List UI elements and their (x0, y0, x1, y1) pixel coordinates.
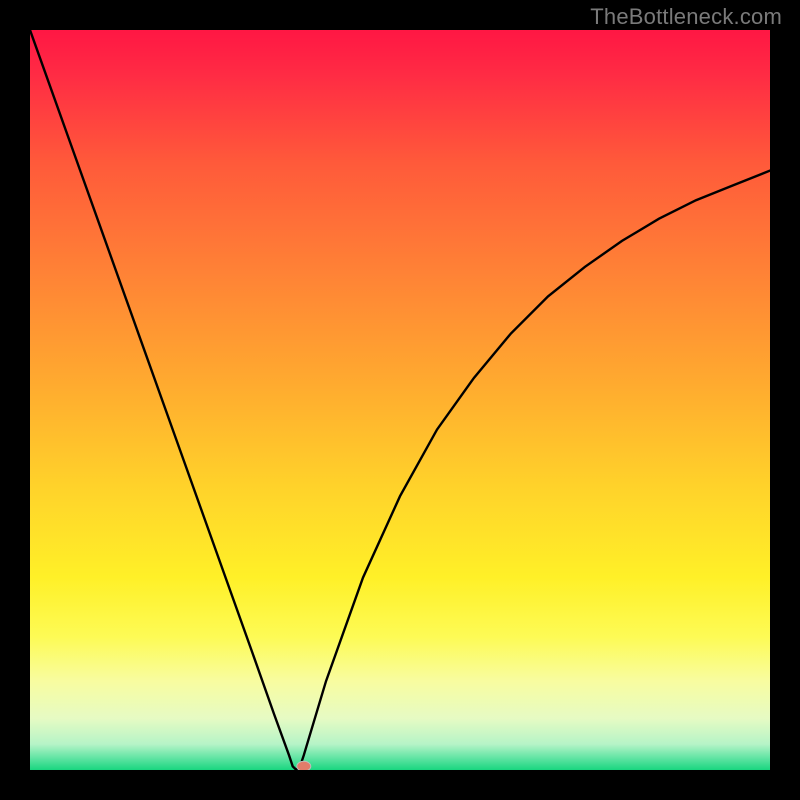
chart-frame: TheBottleneck.com (0, 0, 800, 800)
minimum-marker (297, 761, 311, 770)
watermark-text: TheBottleneck.com (590, 4, 782, 30)
gradient-background (30, 30, 770, 770)
plot-area (30, 30, 770, 770)
plot-svg (30, 30, 770, 770)
